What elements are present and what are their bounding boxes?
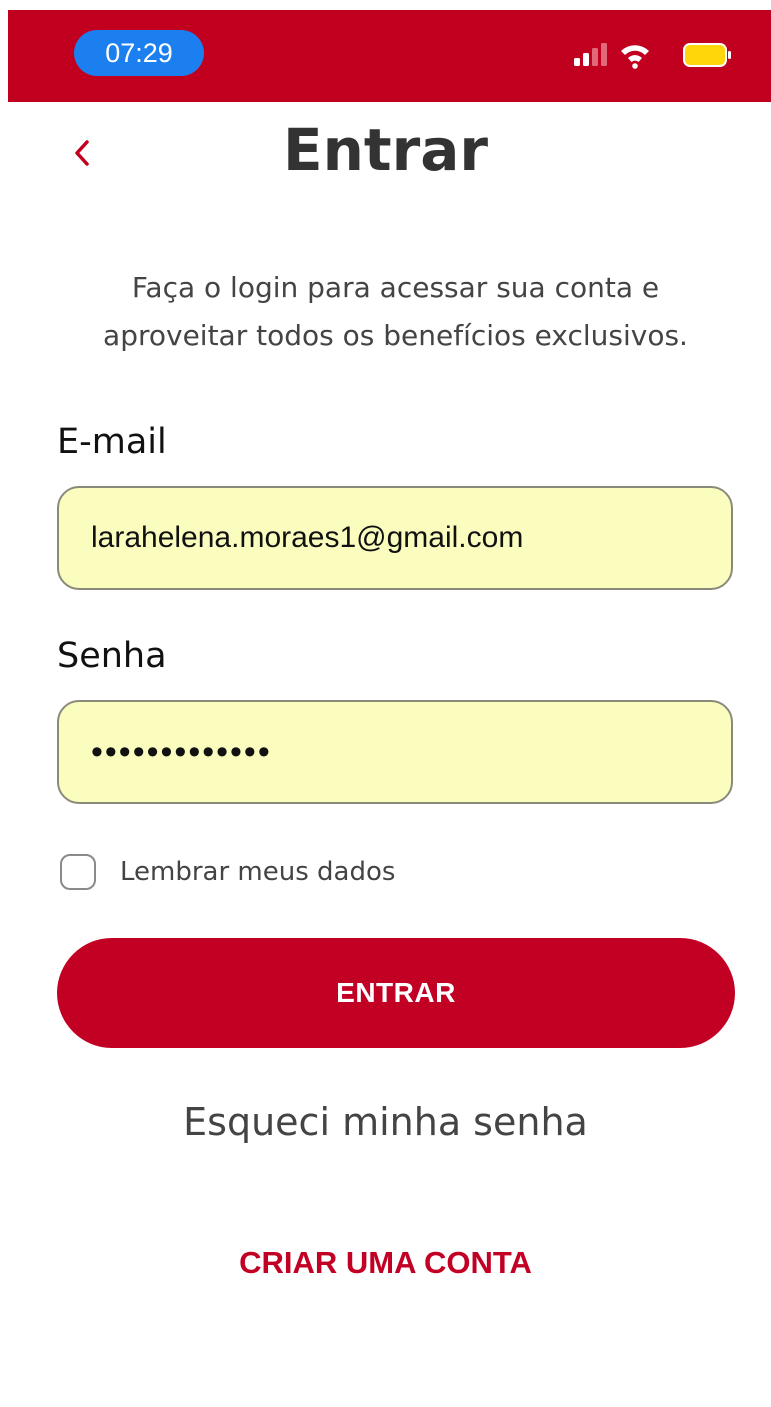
- signal-icon: [574, 43, 607, 66]
- wifi-icon: [621, 45, 649, 69]
- remember-me[interactable]: Lembrar meus dados: [60, 852, 395, 892]
- status-bar: 07:29: [8, 10, 771, 102]
- password-label: Senha: [57, 636, 167, 676]
- login-button[interactable]: ENTRAR: [57, 938, 735, 1048]
- page-title: Entrar: [283, 116, 488, 184]
- remember-label: Lembrar meus dados: [120, 857, 396, 887]
- password-field-box[interactable]: [57, 700, 733, 804]
- email-field-box[interactable]: [57, 486, 733, 590]
- email-label: E-mail: [57, 422, 167, 462]
- remember-checkbox[interactable]: [60, 854, 96, 890]
- subtitle-line-2: aproveitar todos os benefícios exclusivo…: [103, 319, 688, 352]
- battery-icon: [683, 43, 731, 67]
- page-subtitle: Faça o login para acessar sua conta e ap…: [40, 264, 751, 360]
- subtitle-line-1: Faça o login para acessar sua conta e: [131, 271, 660, 304]
- password-field[interactable]: [89, 731, 731, 773]
- email-field[interactable]: [89, 520, 731, 556]
- create-account-link[interactable]: CRIAR UMA CONTA: [0, 1245, 771, 1281]
- status-icons: [574, 40, 744, 70]
- header: Entrar: [0, 102, 771, 212]
- forgot-password-link[interactable]: Esqueci minha senha: [0, 1100, 771, 1144]
- status-time: 07:29: [74, 30, 204, 76]
